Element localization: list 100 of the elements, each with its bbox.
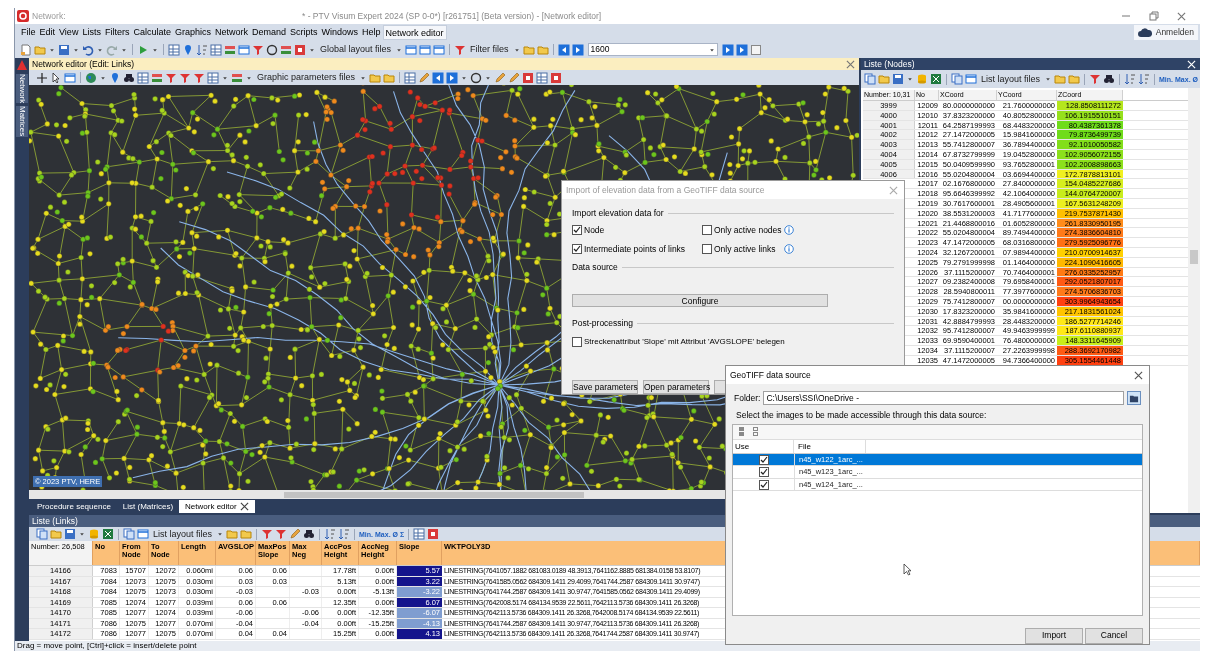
next-icon[interactable]: [571, 43, 584, 56]
grid-icon[interactable]: [404, 71, 417, 84]
layers-icon[interactable]: [151, 71, 163, 84]
info-icon[interactable]: [784, 243, 794, 254]
menu-item[interactable]: Edit: [37, 25, 58, 40]
browse-button[interactable]: [1127, 391, 1141, 405]
save-icon[interactable]: [892, 73, 904, 85]
window-icon[interactable]: [419, 43, 432, 56]
checkbox[interactable]: [758, 454, 769, 465]
dropdown-button[interactable]: Global layout files: [317, 43, 395, 56]
sort-icon[interactable]: [338, 528, 351, 540]
sort-icon[interactable]: [324, 528, 337, 540]
sort-icon[interactable]: [1138, 73, 1151, 85]
next-icon[interactable]: [446, 71, 459, 84]
sort-icon[interactable]: [196, 43, 208, 56]
undo-icon[interactable]: [82, 43, 94, 56]
checkbox[interactable]: [572, 225, 582, 236]
window-icon[interactable]: [405, 43, 418, 56]
pin-icon[interactable]: [182, 43, 194, 56]
stop-icon[interactable]: [550, 71, 563, 84]
side-tab[interactable]: Matrices: [16, 106, 28, 137]
folder-icon[interactable]: [34, 43, 46, 56]
tab[interactable]: Network editor: [179, 500, 255, 513]
copy-icon[interactable]: [951, 73, 963, 85]
next-icon[interactable]: [735, 43, 748, 56]
grid-icon[interactable]: [210, 43, 222, 56]
save-icon[interactable]: [64, 528, 76, 540]
folder-icon[interactable]: [1068, 73, 1081, 85]
checkbox[interactable]: [572, 336, 582, 347]
binoculars-icon[interactable]: [303, 528, 316, 540]
dropdown-button[interactable]: Graphic parameters files: [254, 71, 359, 84]
checkbox-label[interactable]: Node: [584, 223, 605, 237]
dialog-button[interactable]: Import: [1025, 627, 1083, 644]
sort-icon[interactable]: [1124, 73, 1137, 85]
menu-item[interactable]: Filters: [102, 25, 132, 40]
tab[interactable]: Procedure sequence: [31, 500, 117, 513]
pointer-icon[interactable]: [50, 71, 62, 84]
grid-icon[interactable]: [413, 528, 426, 540]
menu-item[interactable]: File: [19, 25, 38, 40]
folder-icon[interactable]: [522, 43, 535, 56]
menu-item[interactable]: View: [57, 25, 81, 40]
window-icon[interactable]: [238, 43, 250, 56]
window-icon[interactable]: [137, 528, 149, 540]
binoculars-icon[interactable]: [1103, 73, 1116, 85]
layers-icon[interactable]: [224, 43, 236, 56]
checkbox-label[interactable]: Only active links: [714, 242, 776, 256]
previous-icon[interactable]: [432, 71, 445, 84]
checkbox[interactable]: [758, 467, 769, 477]
folder-icon[interactable]: [1054, 73, 1067, 85]
side-tab[interactable]: Network: [16, 74, 28, 104]
menu-item[interactable]: Graphics: [172, 25, 213, 40]
window-icon[interactable]: [965, 73, 977, 85]
menu-item[interactable]: Scripts: [288, 25, 320, 40]
dropdown-button[interactable]: List layout files: [150, 527, 216, 541]
dropdown-button[interactable]: Filter files: [467, 43, 512, 56]
checkbox-label[interactable]: Intermediate points of links: [584, 242, 686, 256]
restore-icon[interactable]: [1149, 11, 1159, 21]
configure-button[interactable]: Configure: [572, 294, 828, 307]
window-icon[interactable]: [64, 71, 76, 84]
globe-icon[interactable]: [85, 71, 97, 84]
folder-field[interactable]: C:\Users\SSI\OneDrive -: [763, 391, 1124, 405]
uncheck-all-icon[interactable]: [752, 426, 760, 438]
dialog-button[interactable]: Open parameters: [643, 379, 709, 394]
menu-item[interactable]: Demand: [249, 25, 288, 40]
window-icon[interactable]: [433, 43, 446, 56]
circle-icon[interactable]: [266, 43, 278, 56]
layers-icon[interactable]: [231, 71, 243, 84]
previous-icon[interactable]: [557, 43, 570, 56]
save-icon[interactable]: [58, 43, 70, 56]
filter-icon[interactable]: [454, 43, 467, 56]
menu-item[interactable]: Calculate: [131, 25, 173, 40]
stop-icon[interactable]: [427, 528, 440, 540]
checkbox[interactable]: [572, 243, 582, 254]
column-header[interactable]: File: [794, 439, 866, 453]
filter-icon[interactable]: [179, 71, 191, 84]
grid-icon[interactable]: [168, 43, 180, 56]
next-icon[interactable]: [721, 43, 734, 56]
menu-item[interactable]: Network editor: [382, 25, 447, 40]
play-icon[interactable]: [137, 43, 149, 56]
copy-icon[interactable]: [123, 528, 135, 540]
check-all-icon[interactable]: [738, 426, 746, 438]
info-icon[interactable]: [784, 225, 794, 236]
checkbox-label[interactable]: Streckenattribut 'Slope' mit Attribut 'AVGSLOPE' belegen: [584, 335, 785, 348]
menu-item[interactable]: Network: [212, 25, 250, 40]
menu-item[interactable]: Windows: [319, 25, 361, 40]
square-icon[interactable]: [749, 43, 762, 56]
sign-in-button[interactable]: Anmelden: [1133, 25, 1198, 40]
pin-icon[interactable]: [109, 71, 121, 84]
filter-icon[interactable]: [193, 71, 205, 84]
close-icon[interactable]: [1134, 370, 1143, 380]
dropdown-button[interactable]: List layout files: [978, 72, 1044, 86]
dialog-button[interactable]: Save parameters: [572, 379, 638, 394]
grid-icon[interactable]: [536, 71, 549, 84]
vertical-scrollbar[interactable]: [1188, 88, 1200, 513]
stop-icon[interactable]: [522, 71, 535, 84]
stop-icon[interactable]: [294, 43, 306, 56]
spreadsheet-icon[interactable]: [102, 528, 114, 540]
grid-icon[interactable]: [207, 71, 219, 84]
page-icon[interactable]: [20, 43, 32, 56]
menu-item[interactable]: Help: [360, 25, 383, 40]
